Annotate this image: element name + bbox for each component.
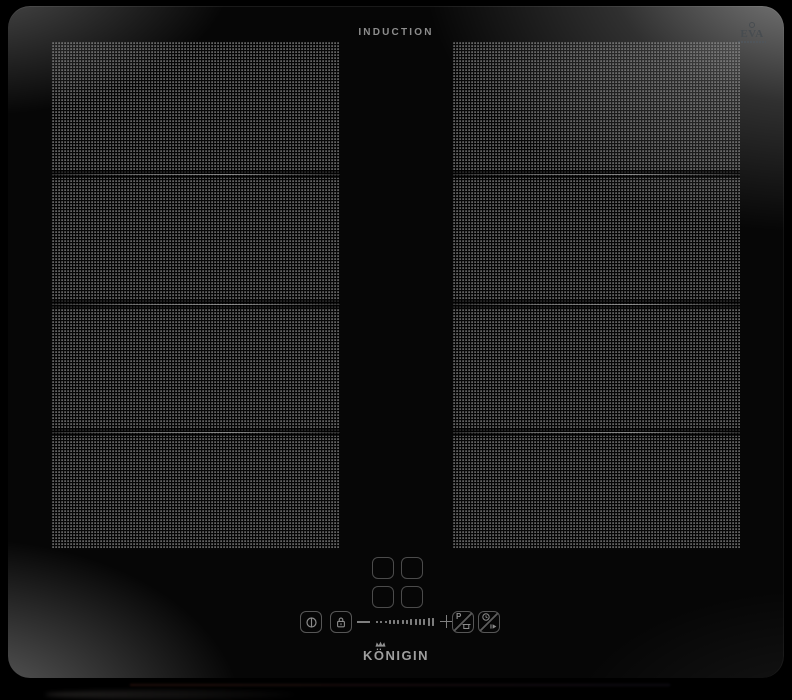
- power-level-dot[interactable]: [389, 620, 391, 623]
- cooking-zone-right[interactable]: [453, 42, 740, 548]
- zone-select-button[interactable]: [401, 586, 423, 608]
- zone-select-group: [372, 557, 423, 608]
- logo-tagline-bar: [738, 41, 766, 43]
- power-level-dot[interactable]: [423, 619, 425, 626]
- zone-divider: [453, 170, 740, 178]
- certification-logo: EVA: [733, 22, 771, 43]
- power-level-dot[interactable]: [376, 621, 378, 623]
- child-lock-button[interactable]: [330, 611, 352, 633]
- induction-label: INDUCTION: [8, 27, 784, 38]
- zone-select-button[interactable]: [372, 586, 394, 608]
- power-level-dot[interactable]: [432, 618, 434, 625]
- zone-divider: [52, 300, 340, 308]
- zone-select-button[interactable]: [401, 557, 423, 579]
- zone-divider: [52, 428, 340, 436]
- zone-divider: [52, 170, 340, 178]
- logo-text: EVA: [733, 29, 771, 39]
- bottom-edge-reflection: [130, 684, 670, 686]
- booster-p-label: P: [456, 613, 461, 621]
- zone-divider: [453, 428, 740, 436]
- power-level-dot[interactable]: [393, 620, 395, 624]
- power-level-dot[interactable]: [402, 620, 404, 625]
- control-panel: P: [8, 611, 784, 635]
- booster-button[interactable]: P: [452, 611, 474, 633]
- crown-icon: [375, 641, 386, 647]
- pan-icon: [462, 623, 471, 630]
- timer-button[interactable]: [478, 611, 500, 633]
- power-level-dot[interactable]: [428, 618, 430, 625]
- cooking-zone-left[interactable]: [52, 42, 340, 548]
- power-icon: [305, 616, 318, 629]
- brand-name: KÖNIGIN: [363, 648, 429, 663]
- power-level-dot[interactable]: [410, 619, 412, 624]
- zone-select-button[interactable]: [372, 557, 394, 579]
- clock-icon: [482, 613, 490, 621]
- power-level-dot[interactable]: [419, 619, 421, 625]
- brand-logo: KÖNIGIN: [8, 647, 784, 665]
- cooktop-surface: INDUCTION EVA: [8, 6, 784, 678]
- power-button[interactable]: [300, 611, 322, 633]
- power-level-dot[interactable]: [397, 620, 399, 624]
- product-photo: INDUCTION EVA: [0, 0, 792, 700]
- power-level-dot[interactable]: [380, 621, 382, 623]
- power-level-slider[interactable]: [376, 611, 436, 633]
- power-level-dot[interactable]: [385, 621, 387, 624]
- floor-reflection: [45, 690, 295, 699]
- play-icon: [490, 623, 497, 630]
- power-decrease-icon[interactable]: [357, 621, 370, 623]
- power-level-dot[interactable]: [415, 619, 417, 625]
- lock-icon: [335, 616, 347, 629]
- zone-divider: [453, 300, 740, 308]
- power-level-dot[interactable]: [406, 620, 408, 625]
